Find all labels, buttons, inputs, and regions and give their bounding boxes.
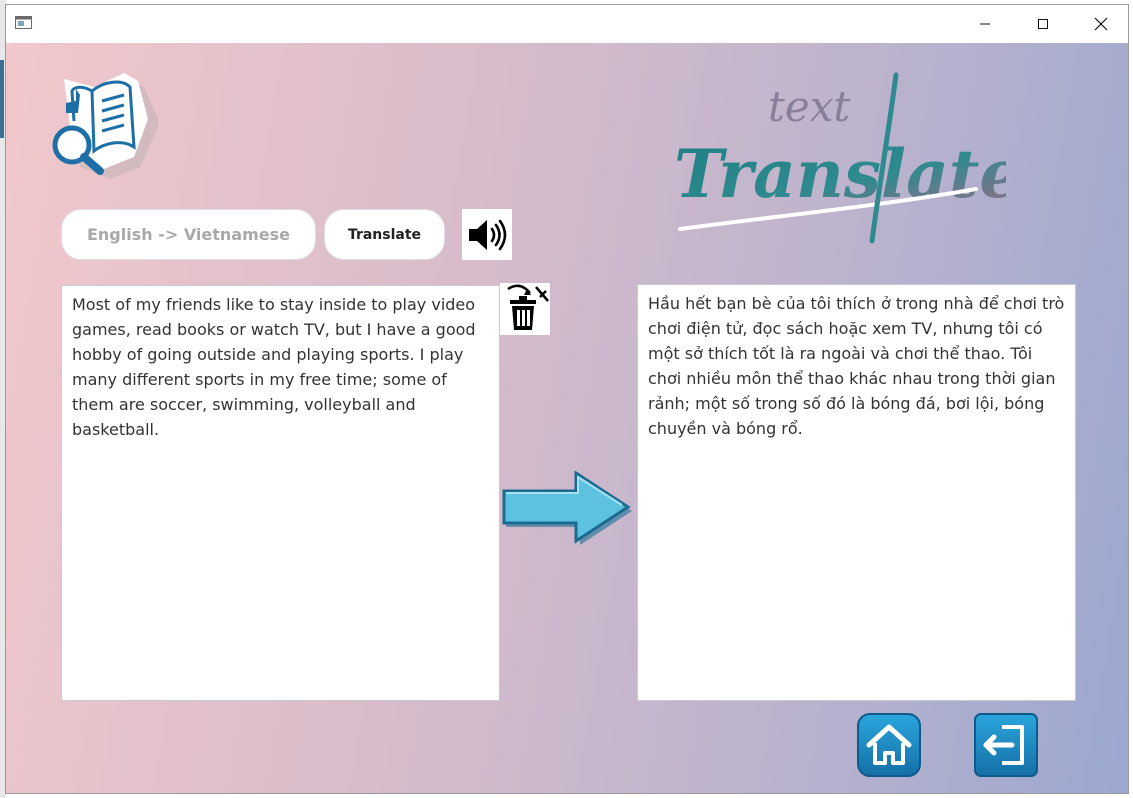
source-text-input[interactable]: Most of my friends like to stay inside t…	[61, 285, 500, 701]
speaker-icon	[469, 219, 507, 250]
exit-button[interactable]	[974, 713, 1038, 777]
minimize-icon	[980, 23, 990, 25]
home-button[interactable]	[857, 713, 921, 777]
maximize-button[interactable]	[1014, 5, 1072, 43]
maximize-icon	[1038, 19, 1048, 29]
close-icon	[1094, 17, 1108, 31]
brand-small-text: text	[768, 82, 850, 131]
title-bar	[6, 5, 1128, 43]
speak-button[interactable]	[462, 209, 512, 260]
brand-big-text: Translate	[674, 135, 1006, 213]
arrow-right-icon	[502, 471, 632, 545]
close-button[interactable]	[1072, 5, 1128, 43]
app-window: text Translate English -> Vietnamese Tra…	[5, 4, 1129, 794]
trash-icon	[507, 284, 549, 330]
book-search-icon	[52, 73, 158, 179]
translate-button[interactable]: Translate	[324, 209, 445, 260]
main-content: text Translate English -> Vietnamese Tra…	[6, 43, 1128, 793]
clear-button[interactable]	[500, 283, 550, 335]
translated-text-output: Hầu hết bạn bè của tôi thích ở trong nhà…	[637, 284, 1076, 701]
brand-logo: text Translate	[674, 72, 1006, 244]
app-window-icon	[15, 16, 32, 29]
minimize-button[interactable]	[956, 5, 1014, 43]
language-direction-button[interactable]: English -> Vietnamese	[61, 209, 316, 260]
